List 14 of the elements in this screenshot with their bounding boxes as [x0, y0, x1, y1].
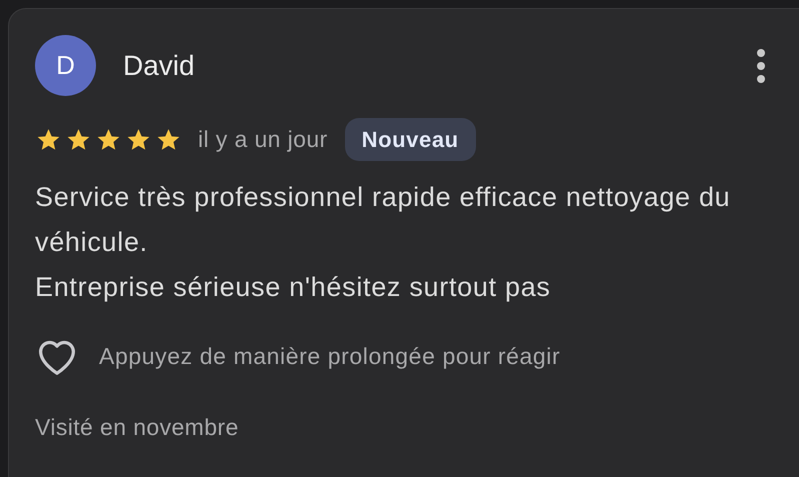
more-options-icon[interactable] — [755, 48, 767, 82]
reaction-hint: Appuyez de manière prolongée pour réagir — [99, 342, 560, 371]
review-text: Entreprise sérieuse n'hésitez surtout pas — [35, 271, 552, 304]
new-badge: Nouveau — [344, 118, 476, 161]
review-text: Service très professionnel rapide efficace nettoyage du véhicule. — [35, 181, 732, 259]
review-time: il y a un jour — [198, 125, 328, 154]
star-icon — [65, 126, 92, 152]
star-icon — [125, 126, 152, 152]
star-icon — [95, 126, 122, 152]
reviewer-name: David — [123, 48, 195, 82]
avatar: D — [35, 35, 96, 96]
visit-date: Visité en novembre — [35, 413, 240, 442]
star-icon — [35, 126, 62, 152]
star-icon — [155, 126, 182, 152]
